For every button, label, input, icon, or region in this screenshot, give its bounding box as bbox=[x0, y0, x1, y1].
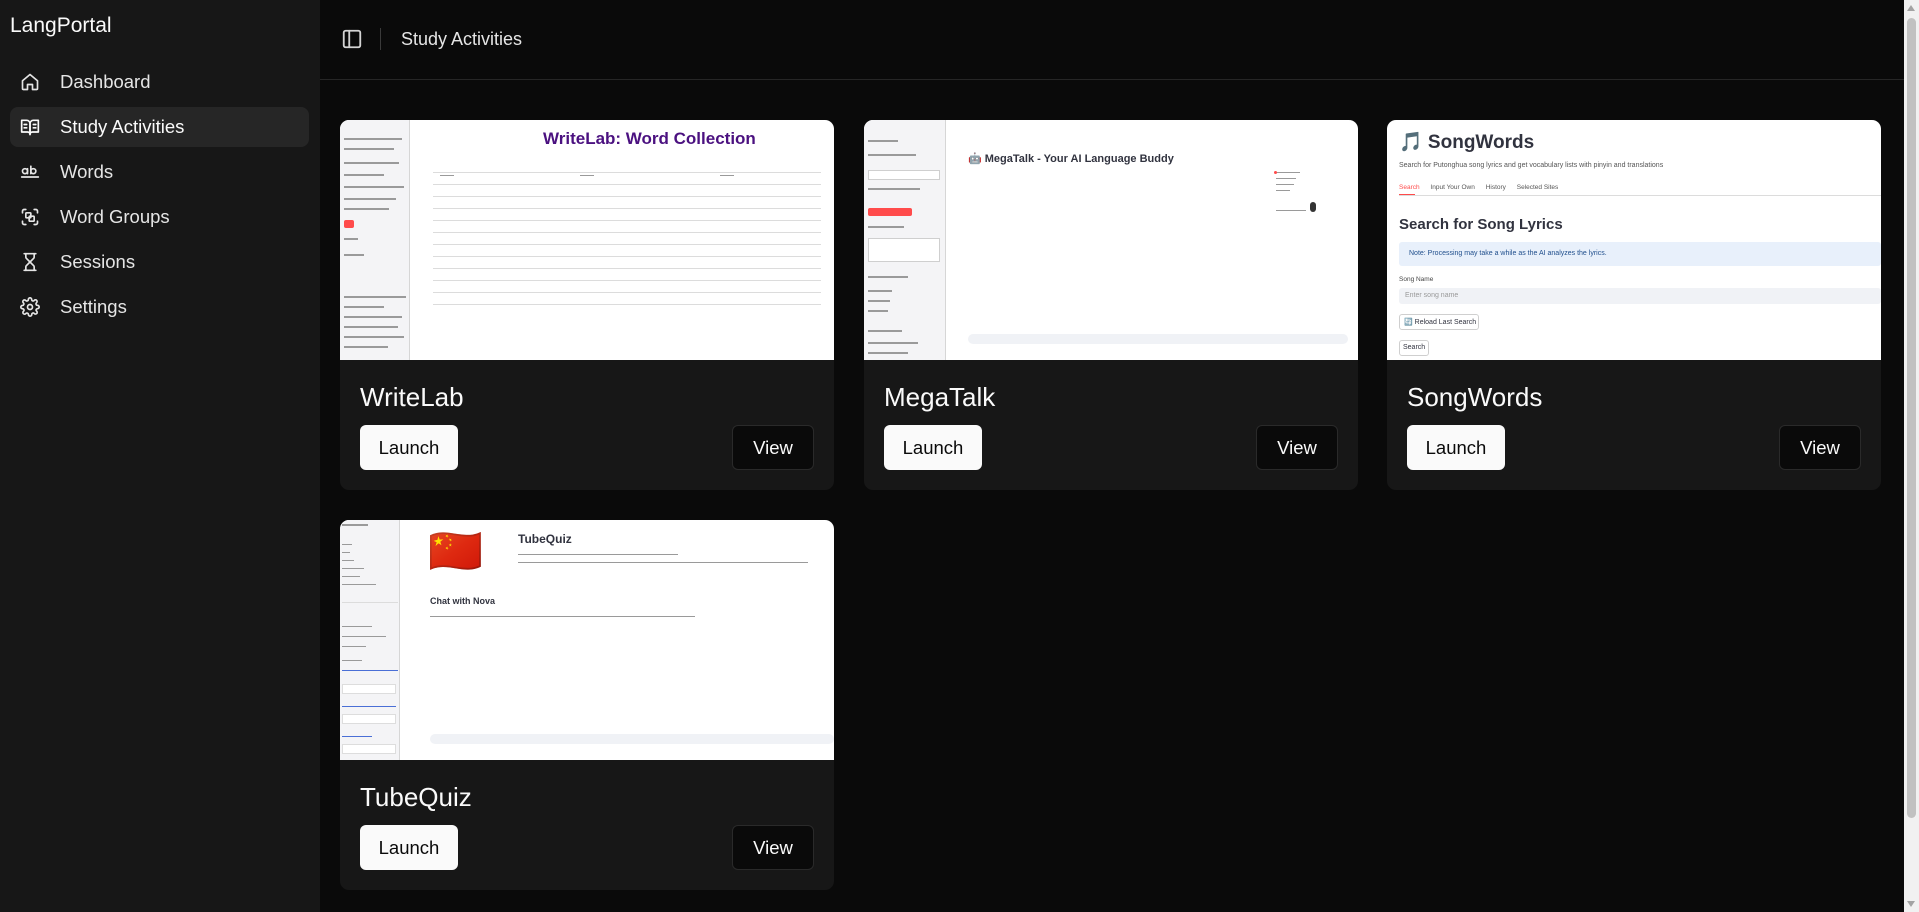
sidebar-item-settings[interactable]: Settings bbox=[10, 287, 309, 327]
scroll-up-arrow-icon[interactable] bbox=[1907, 5, 1915, 11]
china-flag-icon: 🇨🇳 bbox=[428, 527, 483, 576]
preview-sidebar bbox=[864, 120, 946, 360]
sidebar-item-label: Settings bbox=[60, 296, 127, 317]
preview-heading: 🤖 MegaTalk - Your AI Language Buddy bbox=[968, 153, 1174, 165]
app-logo-text[interactable]: LangPortal bbox=[10, 14, 112, 38]
sidebar-item-label: Study Activities bbox=[60, 116, 185, 137]
activity-card-writelab: WriteLab: Word Collection WriteLab Launc… bbox=[340, 120, 834, 490]
sidebar-item-label: Sessions bbox=[60, 251, 136, 272]
launch-button[interactable]: Launch bbox=[360, 825, 458, 870]
preview-search-button: Search bbox=[1399, 340, 1429, 356]
microphone-icon bbox=[1310, 202, 1316, 212]
preview-chat-heading: Chat with Nova bbox=[430, 596, 496, 606]
preview-description: Search for Putonghua song lyrics and get… bbox=[1399, 162, 1664, 169]
card-title: TubeQuiz bbox=[360, 782, 472, 812]
scroll-down-arrow-icon[interactable] bbox=[1907, 901, 1915, 907]
activity-thumbnail[interactable]: 🇨🇳 TubeQuiz Chat with Nova bbox=[340, 520, 834, 760]
topbar-divider bbox=[380, 28, 381, 50]
sidebar-item-label: Dashboard bbox=[60, 71, 151, 92]
sidebar-item-label: Words bbox=[60, 161, 114, 182]
sidebar-item-words[interactable]: Words bbox=[10, 152, 309, 192]
preview-sidebar bbox=[340, 120, 410, 360]
activity-thumbnail[interactable]: 🎵 SongWords Search for Putonghua song ly… bbox=[1387, 120, 1881, 360]
view-button[interactable]: View bbox=[1256, 425, 1338, 470]
activity-thumbnail[interactable]: 🤖 MegaTalk - Your AI Language Buddy bbox=[864, 120, 1358, 360]
view-button[interactable]: View bbox=[732, 825, 814, 870]
sidebar-item-word-groups[interactable]: Word Groups bbox=[10, 197, 309, 237]
vertical-scrollbar[interactable] bbox=[1904, 0, 1919, 912]
preview-field-label: Song Name bbox=[1399, 276, 1434, 283]
launch-button[interactable]: Launch bbox=[360, 425, 458, 470]
word-groups-icon bbox=[20, 207, 40, 227]
preview-heading: TubeQuiz bbox=[518, 532, 572, 546]
sidebar-nav: Dashboard Study Activities Words Word Gr… bbox=[10, 62, 309, 332]
card-title: SongWords bbox=[1407, 382, 1543, 412]
page-title: Study Activities bbox=[401, 29, 523, 49]
card-title: WriteLab bbox=[360, 382, 464, 412]
sidebar: LangPortal Dashboard Study Activities Wo… bbox=[0, 0, 320, 912]
preview-tabs: Search Input Your Own History Selected S… bbox=[1399, 184, 1559, 191]
sidebar-item-dashboard[interactable]: Dashboard bbox=[10, 62, 309, 102]
preview-heading: WriteLab: Word Collection bbox=[543, 129, 756, 148]
top-bar: Study Activities bbox=[320, 0, 1904, 80]
home-icon bbox=[20, 72, 40, 92]
preview-heading: 🎵 SongWords bbox=[1399, 132, 1535, 153]
view-button[interactable]: View bbox=[1779, 425, 1861, 470]
preview-reload-button: 🔄 Reload Last Search bbox=[1399, 314, 1479, 330]
activity-card-megatalk: 🤖 MegaTalk - Your AI Language Buddy Mega… bbox=[864, 120, 1358, 490]
activity-thumbnail[interactable]: WriteLab: Word Collection bbox=[340, 120, 834, 360]
main-content: Study Activities WriteLab: Word Collecti… bbox=[320, 0, 1904, 912]
activity-card-songwords: 🎵 SongWords Search for Putonghua song ly… bbox=[1387, 120, 1881, 490]
scrollbar-thumb[interactable] bbox=[1907, 18, 1916, 818]
sidebar-item-label: Word Groups bbox=[60, 206, 170, 227]
whole-word-icon bbox=[20, 162, 40, 182]
panel-left-icon[interactable] bbox=[341, 28, 363, 50]
preview-sidebar bbox=[340, 520, 400, 760]
sidebar-item-study-activities[interactable]: Study Activities bbox=[10, 107, 309, 147]
preview-song-input: Enter song name bbox=[1399, 288, 1881, 304]
launch-button[interactable]: Launch bbox=[884, 425, 982, 470]
book-open-icon bbox=[20, 117, 40, 137]
preview-subheading: Search for Song Lyrics bbox=[1399, 216, 1563, 233]
gear-icon bbox=[20, 297, 40, 317]
activity-card-tubequiz: 🇨🇳 TubeQuiz Chat with Nova TubeQuiz Laun… bbox=[340, 520, 834, 890]
sidebar-item-sessions[interactable]: Sessions bbox=[10, 242, 309, 282]
launch-button[interactable]: Launch bbox=[1407, 425, 1505, 470]
preview-note: Note: Processing may take a while as the… bbox=[1399, 242, 1881, 266]
card-title: MegaTalk bbox=[884, 382, 996, 412]
hourglass-icon bbox=[20, 252, 40, 272]
view-button[interactable]: View bbox=[732, 425, 814, 470]
